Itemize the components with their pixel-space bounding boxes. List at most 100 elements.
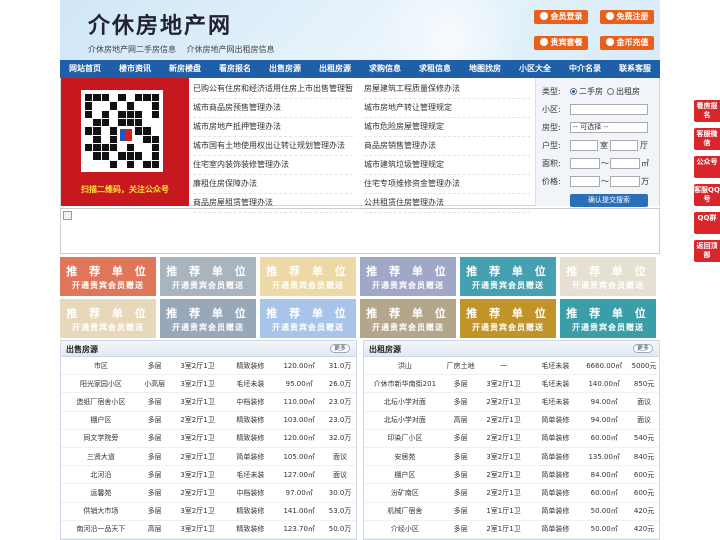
hall-select[interactable] (610, 139, 638, 151)
table-cell: 多层 (147, 416, 162, 425)
table-row[interactable]: 棚户区 多层 2室2厅1卫 精致装修 103.00㎡ 23.0万 (61, 412, 356, 430)
recommend-unit-10[interactable]: 推 荐 单 位开通贵宾会员赠送 (360, 299, 456, 338)
nav-item[interactable]: 出租房源 (310, 60, 360, 78)
sidebar-button-5[interactable]: QQ群 (694, 212, 720, 234)
login-button[interactable]: 会员登录 (534, 10, 588, 24)
qr-cell (143, 135, 151, 143)
table-cell: 厂房土地 (446, 361, 475, 370)
banner-image[interactable] (60, 208, 660, 254)
nav-item[interactable]: 看房报名 (210, 60, 260, 78)
price-max-input[interactable] (610, 175, 640, 187)
news-item[interactable]: 已购公有住房和经济适用住房上市出售管理暂 (193, 80, 353, 99)
table-row[interactable]: 洪山 厂房土地 一 毛坯未装 6660.00㎡ 5000元 (364, 357, 659, 376)
nav-item[interactable]: 楼市资讯 (110, 60, 160, 78)
recharge-button[interactable]: 金币充值 (600, 36, 654, 50)
recommend-unit-1[interactable]: 推 荐 单 位开通贵宾会员赠送 (60, 257, 156, 296)
recommend-unit-11[interactable]: 推 荐 单 位开通贵宾会员赠送 (460, 299, 556, 338)
news-item[interactable]: 城市国有土地使用权出让转让规划管理办法 (193, 137, 353, 156)
community-input[interactable] (570, 103, 648, 115)
register-button[interactable]: 免费注册 (600, 10, 654, 24)
recommend-unit-7[interactable]: 推 荐 单 位开通贵宾会员赠送 (60, 299, 156, 338)
nav-item[interactable]: 小区大全 (510, 60, 560, 78)
table-cell: 精致装修 (236, 525, 265, 534)
news-item[interactable]: 商品房销售管理办法 (364, 137, 530, 156)
sidebar-button-1[interactable]: 看房报名 (694, 100, 720, 122)
table-row[interactable]: 汾矿南区 多层 2室2厅1卫 简单装修 60.00㎡ 600元 (364, 484, 659, 503)
radio-second-hand[interactable] (570, 87, 577, 95)
sidebar-button-4[interactable]: 客服QQ号 (694, 184, 720, 206)
table-cell: 简单装修 (541, 470, 570, 479)
house-row: 房型: -- 可选择 -- (542, 118, 653, 136)
community-row: 小区: (542, 100, 653, 118)
news-item[interactable]: 城市房地产转让管理规定 (364, 99, 530, 118)
table-row[interactable]: 同文学院旁 多层 3室2厅1卫 精致装修 120.00㎡ 32.0万 (61, 430, 356, 448)
recommend-unit-2[interactable]: 推 荐 单 位开通贵宾会员赠送 (160, 257, 256, 296)
recommend-unit-6[interactable]: 推 荐 单 位开通贵宾会员赠送 (560, 257, 656, 296)
recommend-unit-5[interactable]: 推 荐 单 位开通贵宾会员赠送 (460, 257, 556, 296)
radio-rental[interactable] (607, 87, 614, 95)
nav-item[interactable]: 求购信息 (360, 60, 410, 78)
table-cell: 30.0万 (328, 488, 352, 497)
table-row[interactable]: 介休市新华南街201 多层 3室2厅1卫 毛坯未装 140.00㎡ 850元 (364, 375, 659, 394)
table-row[interactable]: 北坛小学对面 高层 2室2厅1卫 简单装修 94.00㎡ 面议 (364, 412, 659, 430)
area-min-input[interactable] (570, 157, 600, 169)
news-item[interactable]: 住宅室内装饰装修管理办法 (193, 156, 353, 175)
nav-item[interactable]: 网站首页 (60, 60, 110, 78)
search-submit-button[interactable]: 确认提交搜索 (570, 194, 648, 207)
sale-more-button[interactable]: 更多 (330, 344, 350, 353)
sidebar-button-2[interactable]: 客服微信 (694, 128, 720, 150)
link-second-hand[interactable]: 介休房地产网二手房信息 (88, 45, 176, 54)
recommend-unit-3[interactable]: 推 荐 单 位开通贵宾会员赠送 (260, 257, 356, 296)
table-row[interactable]: 介经小区 多层 2室1厅1卫 简单装修 50.00㎡ 420元 (364, 521, 659, 539)
table-row[interactable]: 运馨苑 多层 2室2厅1卫 中档装修 97.00㎡ 30.0万 (61, 484, 356, 503)
recommend-unit-4[interactable]: 推 荐 单 位开通贵宾会员赠送 (360, 257, 456, 296)
news-item[interactable]: 城市商品房预售管理办法 (193, 99, 353, 118)
news-item[interactable]: 城市危险房屋管理规定 (364, 118, 530, 137)
rent-more-button[interactable]: 更多 (633, 344, 653, 353)
qr-cell (118, 94, 126, 102)
table-row[interactable]: 南河沿一品天下 高层 3室2厅1卫 精致装修 123.70㎡ 50.0万 (61, 521, 356, 539)
site-title[interactable]: 介休房地产网 (88, 8, 232, 40)
area-max-input[interactable] (610, 157, 640, 169)
table-cell: 小高层 (144, 379, 166, 388)
recommend-title: 推 荐 单 位 (166, 307, 250, 320)
link-rental[interactable]: 介休房地产网出租房信息 (187, 45, 275, 54)
table-row[interactable]: 市区 多层 3室2厅1卫 精致装修 120.00㎡ 31.0万 (61, 357, 356, 376)
table-row[interactable]: 北坛小学对面 多层 2室2厅1卫 毛坯未装 94.00㎡ 面议 (364, 393, 659, 412)
recommend-unit-8[interactable]: 推 荐 单 位开通贵宾会员赠送 (160, 299, 256, 338)
news-item[interactable]: 城市房地产抵押管理办法 (193, 118, 353, 137)
table-row[interactable]: 阳光家园小区 小高层 3室2厅1卫 毛坯未装 95.00㎡ 26.0万 (61, 375, 356, 394)
nav-item[interactable]: 联系客服 (610, 60, 660, 78)
sidebar-button-6[interactable]: 返回顶部 (694, 240, 720, 262)
table-row[interactable]: 机械厂宿舍 多层 1室1厅1卫 简单装修 50.00㎡ 420元 (364, 503, 659, 521)
recommend-unit-9[interactable]: 推 荐 单 位开通贵宾会员赠送 (260, 299, 356, 338)
price-min-input[interactable] (570, 175, 600, 187)
nav-item[interactable]: 出售房源 (260, 60, 310, 78)
nav-item[interactable]: 中介名录 (560, 60, 610, 78)
table-row[interactable]: 印染厂小区 多层 2室2厅1卫 简单装修 60.00㎡ 540元 (364, 430, 659, 448)
news-item[interactable]: 城市建筑垃圾管理规定 (364, 156, 530, 175)
rent-listings: 出租房源 更多 洪山 厂房土地一毛坯未装 6660.00㎡ 5000元 介休市新华南街2… (363, 340, 660, 540)
news-item[interactable]: 廉租住房保障办法 (193, 175, 353, 194)
sidebar-button-3[interactable]: 公众号 (694, 156, 720, 178)
table-row[interactable]: 安居苑 多层 3室2厅1卫 简单装修 135.00㎡ 840元 (364, 448, 659, 467)
news-item[interactable]: 房屋建筑工程质量保修办法 (364, 80, 530, 99)
table-row[interactable]: 造纸厂宿舍小区 多层 3室2厅1卫 中档装修 110.00㎡ 23.0万 (61, 393, 356, 412)
table-row[interactable]: 棚户区 多层 2室2厅1卫 简单装修 84.00㎡ 600元 (364, 466, 659, 485)
sale-header: 出售房源 更多 (61, 341, 356, 357)
table-row[interactable]: 北河沿 多层 3室2厅1卫 毛坯未装 127.00㎡ 面议 (61, 466, 356, 485)
table-row[interactable]: 三贤大道 多层 2室2厅1卫 简单装修 105.00㎡ 面议 (61, 448, 356, 467)
table-row[interactable]: 供销大市场 多层 3室2厅1卫 精致装修 141.00㎡ 53.0万 (61, 503, 356, 521)
news-list-left: 已购公有住房和经济适用住房上市出售管理暂 城市商品房预售管理办法 城市房地产抵押… (193, 80, 353, 213)
house-type-select[interactable]: -- 可选择 -- (570, 121, 648, 133)
vip-button[interactable]: 贵宾套餐 (534, 36, 588, 50)
recommend-unit-12[interactable]: 推 荐 单 位开通贵宾会员赠送 (560, 299, 656, 338)
nav-item[interactable]: 求租信息 (410, 60, 460, 78)
qr-cell (93, 144, 101, 152)
room-select[interactable] (570, 139, 598, 151)
news-item[interactable]: 住宅专项维修资金管理办法 (364, 175, 530, 194)
area-sep: ～ (601, 158, 609, 168)
nav-item[interactable]: 地图找房 (460, 60, 510, 78)
table-cell: 140.00㎡ (588, 379, 620, 388)
nav-item[interactable]: 新房楼盘 (160, 60, 210, 78)
